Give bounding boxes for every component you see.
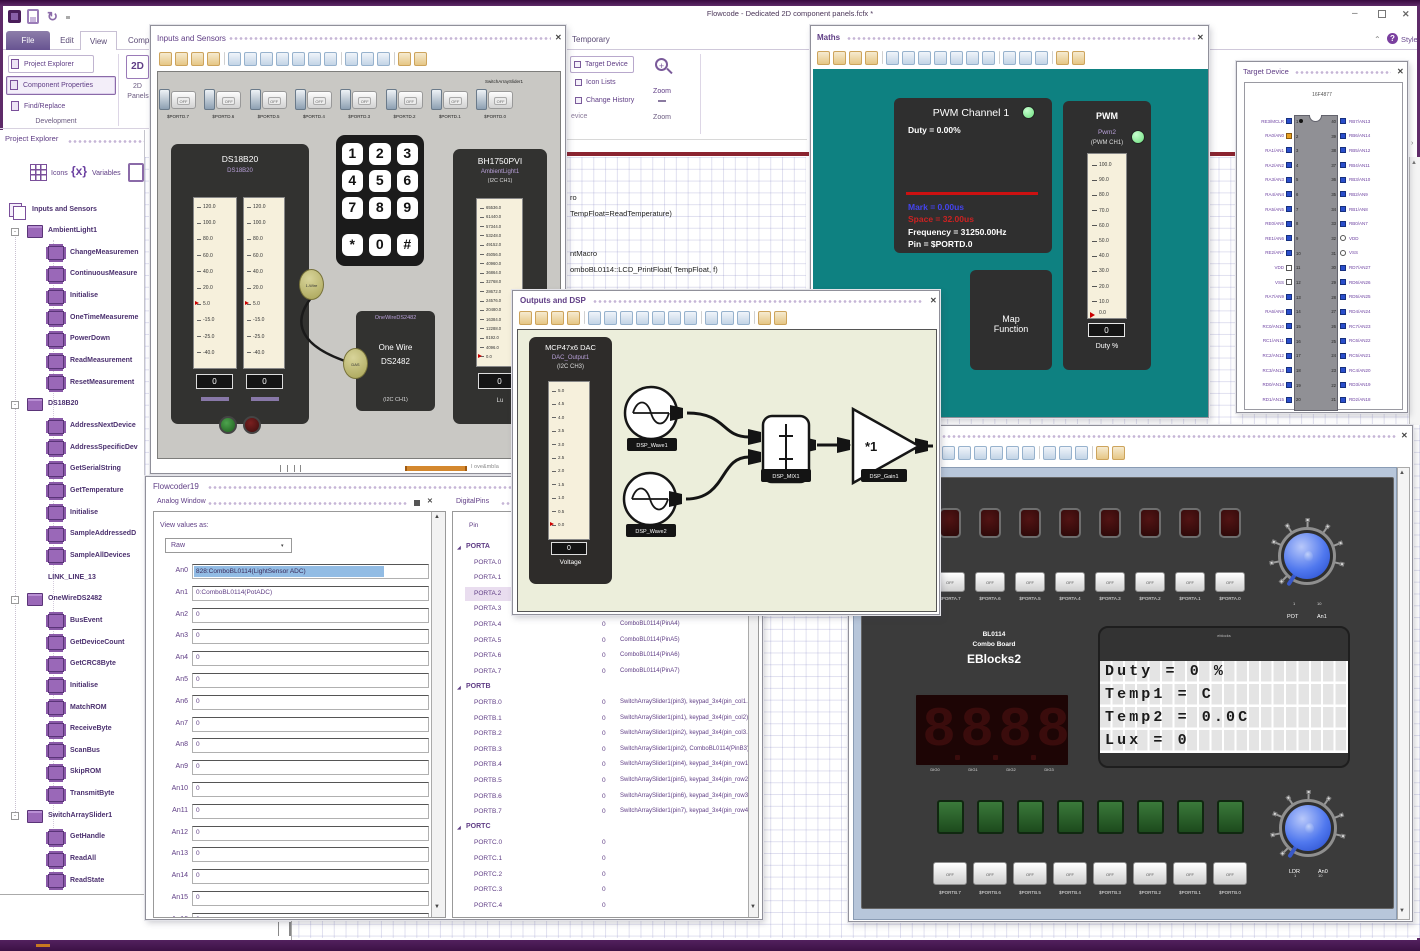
svg-text:DSP_Wave2: DSP_Wave2 — [635, 529, 666, 535]
svg-text:DSP_Gain1: DSP_Gain1 — [869, 474, 898, 480]
svg-text:DSP_Wave1: DSP_Wave1 — [636, 443, 667, 449]
svg-text:*1: *1 — [865, 439, 877, 454]
svg-text:DSP_MIX1: DSP_MIX1 — [772, 474, 799, 480]
